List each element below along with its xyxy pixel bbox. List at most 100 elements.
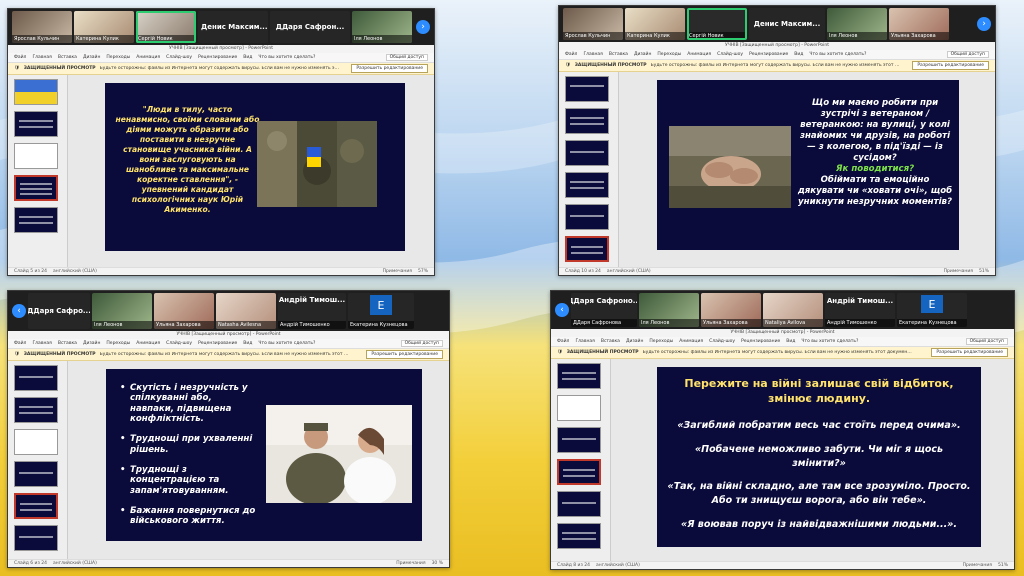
slide-thumbnail[interactable]: [557, 523, 601, 549]
slide-thumbnail-selected[interactable]: [565, 236, 609, 262]
participant-tile[interactable]: ДДаря Сафро...: [28, 293, 90, 329]
menu-item[interactable]: Дизайн: [83, 341, 100, 346]
menu-item[interactable]: Файл: [14, 341, 26, 346]
zoom-level[interactable]: 57%: [418, 269, 428, 274]
menu-item[interactable]: Вид: [786, 339, 795, 344]
slide-thumbnail[interactable]: [557, 395, 601, 421]
menu-item[interactable]: Файл: [557, 339, 569, 344]
slide-thumbnail-selected[interactable]: [557, 459, 601, 485]
participant-tile[interactable]: Ульяна Захарова: [154, 293, 214, 329]
slide-thumbnail[interactable]: [14, 397, 58, 423]
slide-thumbnail-selected[interactable]: [14, 493, 58, 519]
menu-item[interactable]: Дизайн: [83, 55, 100, 60]
menu-item[interactable]: Вид: [243, 55, 252, 60]
participant-tile[interactable]: E Екатерина Кузнецова: [348, 293, 414, 329]
zoom-level[interactable]: 51%: [998, 563, 1008, 568]
slide-thumbnail[interactable]: [14, 525, 58, 551]
menu-item[interactable]: Дизайн: [634, 52, 651, 57]
participant-tile[interactable]: Ярослав Кульчин: [12, 11, 72, 43]
menu-item[interactable]: Вставка: [58, 341, 77, 346]
participant-tile[interactable]: Андрій Тимош... Андрій Тимошенко: [278, 293, 346, 329]
menu-item[interactable]: Главная: [583, 52, 602, 57]
enable-editing-button[interactable]: Разрешить редактирование: [931, 348, 1008, 357]
menu-item[interactable]: Рецензирование: [198, 55, 237, 60]
enable-editing-button[interactable]: Разрешить редактирование: [366, 350, 443, 359]
tell-me-search[interactable]: Что вы хотите сделать?: [801, 339, 858, 344]
slide-thumbnail[interactable]: [565, 204, 609, 230]
participant-tile[interactable]: ДДаря Сафроно... ДДаря Сафронова: [571, 293, 637, 327]
notes-button[interactable]: Примечания: [944, 269, 973, 274]
menu-item[interactable]: Слайд-шоу: [709, 339, 735, 344]
zoom-level[interactable]: 30 %: [432, 561, 443, 566]
menu-item[interactable]: Анимация: [136, 55, 160, 60]
slide-thumbnail-selected[interactable]: [14, 175, 58, 201]
participant-tile[interactable]: Ярослав Кульчин: [563, 8, 623, 40]
menu-item[interactable]: Вставка: [601, 339, 620, 344]
share-button[interactable]: Общий доступ: [946, 51, 989, 58]
participant-tile[interactable]: Ульяна Захарова: [701, 293, 761, 327]
participant-tile[interactable]: Ульяна Захарова: [889, 8, 949, 40]
slide-thumbnail[interactable]: [14, 461, 58, 487]
next-participants-button[interactable]: ›: [977, 17, 991, 31]
participant-tile[interactable]: Іля Леонов: [827, 8, 887, 40]
slide-thumbnail[interactable]: [565, 172, 609, 198]
menu-item[interactable]: Слайд-шоу: [717, 52, 743, 57]
menu-item[interactable]: Вид: [794, 52, 803, 57]
menu-item[interactable]: Главная: [575, 339, 594, 344]
share-button[interactable]: Общий доступ: [400, 340, 443, 347]
notes-button[interactable]: Примечания: [383, 269, 412, 274]
slide-thumbnail[interactable]: [557, 491, 601, 517]
slide-thumbnail[interactable]: [14, 111, 58, 137]
tell-me-search[interactable]: Что вы хотите сделать?: [258, 55, 315, 60]
participant-tile[interactable]: Катерина Кулик: [74, 11, 134, 43]
menu-item[interactable]: Анимация: [687, 52, 711, 57]
notes-button[interactable]: Примечания: [396, 561, 425, 566]
menu-item[interactable]: Вид: [243, 341, 252, 346]
menu-item[interactable]: Переходы: [657, 52, 681, 57]
menu-item[interactable]: Файл: [565, 52, 577, 57]
participant-tile[interactable]: Денис Максим...: [198, 11, 268, 43]
slide-thumbnail[interactable]: [14, 143, 58, 169]
menu-item[interactable]: Рецензирование: [198, 341, 237, 346]
enable-editing-button[interactable]: Разрешить редактирование: [912, 61, 989, 70]
menu-item[interactable]: Слайд-шоу: [166, 341, 192, 346]
participant-tile[interactable]: Денис Максим...: [749, 8, 825, 40]
previous-participants-button[interactable]: ‹: [555, 303, 569, 317]
menu-item[interactable]: Переходы: [106, 55, 130, 60]
participant-tile[interactable]: Іля Леонов: [92, 293, 152, 329]
notes-button[interactable]: Примечания: [963, 563, 992, 568]
participant-tile-active-speaker[interactable]: Сергій Новик: [136, 11, 196, 43]
tell-me-search[interactable]: Что вы хотите сделать?: [258, 341, 315, 346]
participant-tile[interactable]: Іля Леонов: [352, 11, 412, 43]
slide-thumbnail[interactable]: [565, 108, 609, 134]
menu-item[interactable]: Вставка: [58, 55, 77, 60]
participant-tile[interactable]: Катерина Кулик: [625, 8, 685, 40]
menu-item[interactable]: Главная: [32, 55, 51, 60]
menu-item[interactable]: Файл: [14, 55, 26, 60]
menu-item[interactable]: Анимация: [679, 339, 703, 344]
menu-item[interactable]: Дизайн: [626, 339, 643, 344]
participant-tile[interactable]: E Екатерина Кузнецова: [897, 293, 967, 327]
slide-thumbnail[interactable]: [14, 429, 58, 455]
menu-item[interactable]: Вставка: [609, 52, 628, 57]
menu-item[interactable]: Анимация: [136, 341, 160, 346]
share-button[interactable]: Общий доступ: [965, 338, 1008, 345]
zoom-level[interactable]: 51%: [979, 269, 989, 274]
previous-participants-button[interactable]: ‹: [12, 304, 26, 318]
menu-item[interactable]: Рецензирование: [749, 52, 788, 57]
slide-thumbnail[interactable]: [565, 76, 609, 102]
slide-thumbnail[interactable]: [14, 207, 58, 233]
participant-tile[interactable]: Natasha Avilesna: [216, 293, 276, 329]
participant-tile[interactable]: Nataliya Avilova: [763, 293, 823, 327]
share-button[interactable]: Общий доступ: [385, 54, 428, 61]
menu-item[interactable]: Рецензирование: [741, 339, 780, 344]
menu-item[interactable]: Главная: [32, 341, 51, 346]
menu-item[interactable]: Слайд-шоу: [166, 55, 192, 60]
slide-thumbnail[interactable]: [557, 363, 601, 389]
next-participants-button[interactable]: ›: [416, 20, 430, 34]
participant-tile[interactable]: Андрій Тимош... Андрій Тимошенко: [825, 293, 895, 327]
slide-thumbnail[interactable]: [565, 140, 609, 166]
menu-item[interactable]: Переходы: [649, 339, 673, 344]
participant-tile[interactable]: Іля Леонов: [639, 293, 699, 327]
tell-me-search[interactable]: Что вы хотите сделать?: [809, 52, 866, 57]
